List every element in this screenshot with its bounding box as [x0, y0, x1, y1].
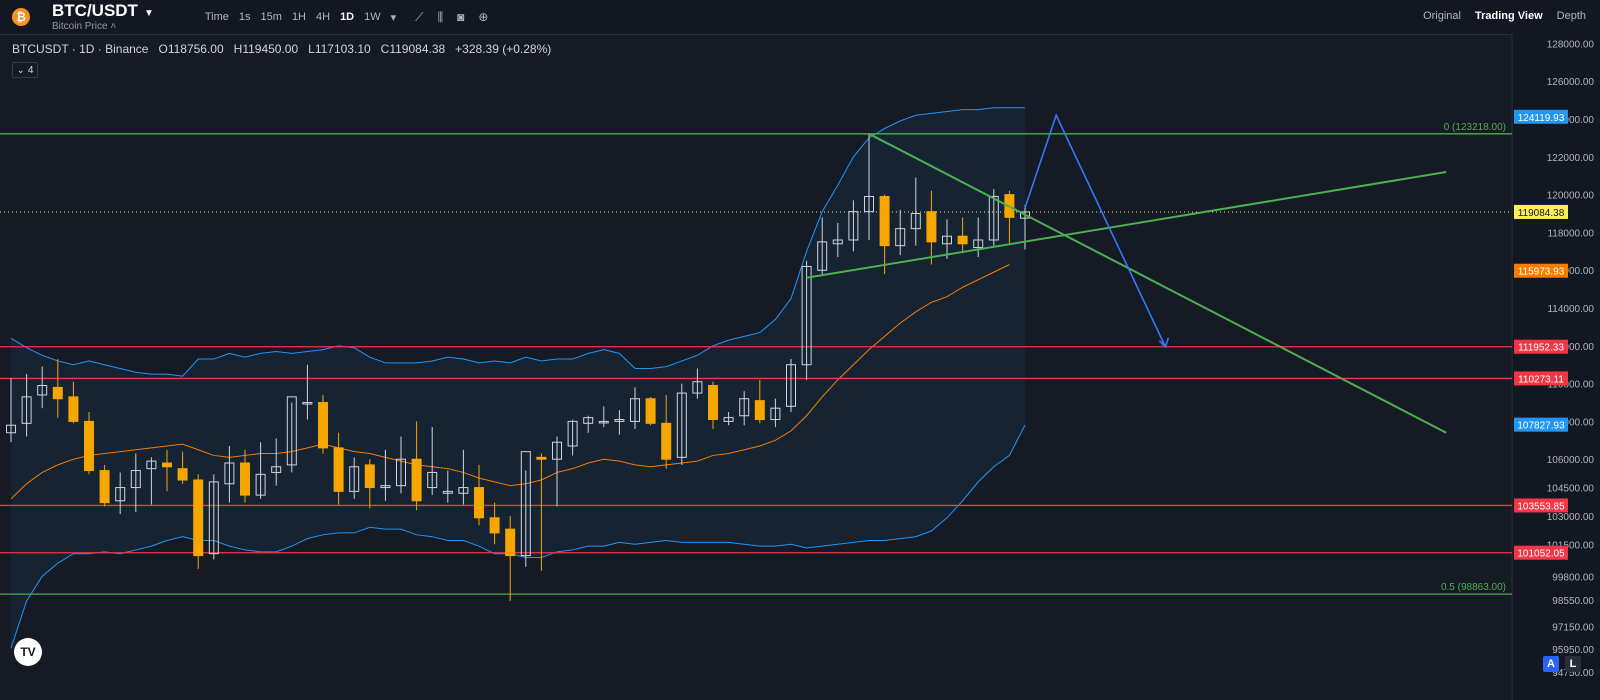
candle-down — [489, 517, 500, 534]
top-toolbar: ₿ BTC/USDT ▼ Bitcoin Price ˄ Time 1s 15m … — [0, 0, 1600, 35]
candle-down — [536, 456, 547, 460]
tab-depth[interactable]: Depth — [1557, 10, 1586, 22]
price-tag-label: 119084.38 — [1518, 208, 1565, 219]
y-tick-label: 99800.00 — [1552, 572, 1594, 583]
caret-down-icon[interactable]: ▼ — [144, 8, 154, 19]
interval-1w[interactable]: 1W — [359, 11, 386, 24]
candle-down — [99, 470, 110, 504]
symbol-selector[interactable]: BTC/USDT ▼ Bitcoin Price ˄ — [52, 1, 154, 32]
y-tick-label: 122000.00 — [1547, 153, 1595, 164]
interval-15m[interactable]: 15m — [256, 11, 287, 24]
candle-down — [645, 398, 656, 424]
price-tag-label: 107827.93 — [1517, 421, 1565, 432]
y-tick-label: 103000.00 — [1547, 512, 1595, 523]
candle-down — [957, 235, 968, 245]
candles-icon[interactable]: ⫼ — [438, 10, 444, 25]
candle-down — [84, 420, 94, 472]
candle-down — [333, 447, 344, 492]
y-tick-label: 98550.00 — [1552, 596, 1594, 607]
candle-down — [177, 468, 188, 481]
price-tag-label: 115973.93 — [1518, 267, 1565, 278]
price-tag-label: 124119.93 — [1518, 113, 1565, 124]
y-tick-label: 118000.00 — [1547, 228, 1594, 239]
indicator-count: 4 — [27, 64, 34, 76]
y-tick-label: 104500.00 — [1547, 484, 1595, 495]
interval-1d[interactable]: 1D — [335, 11, 359, 24]
candle-down — [505, 528, 516, 557]
candle-down — [364, 464, 375, 489]
ohlc-legend: BTCUSDT · 1D · Binance O118756.00 H11945… — [12, 42, 551, 56]
price-tag-label: 101052.05 — [1517, 549, 1565, 560]
interval-time[interactable]: Time — [200, 11, 234, 24]
legend-low: L117103.10 — [308, 42, 371, 56]
candle-down — [474, 487, 484, 519]
indicators-icon[interactable]: ⟋ — [415, 10, 423, 25]
symbol-subtitle: Bitcoin Price ˄ — [52, 20, 117, 32]
auto-scale-button[interactable]: A — [1543, 656, 1559, 672]
candle-down — [926, 211, 937, 243]
fib-level-label: 0 (123218.00) — [1444, 122, 1506, 133]
y-tick-label: 95950.00 — [1552, 645, 1594, 656]
interval-1h[interactable]: 1H — [287, 11, 311, 24]
y-tick-label: 120000.00 — [1547, 191, 1595, 202]
candle-down — [162, 462, 172, 468]
log-scale-button[interactable]: L — [1565, 656, 1581, 672]
interval-more-icon[interactable]: ▾ — [386, 11, 402, 24]
candle-down — [661, 422, 672, 460]
y-tick-label: 114000.00 — [1547, 304, 1594, 315]
price-tag-label: 111952.33 — [1518, 343, 1564, 354]
legend-high: H119450.00 — [233, 42, 299, 56]
candle-down — [411, 458, 422, 502]
candle-down — [193, 479, 204, 557]
symbol-name[interactable]: BTC/USDT — [52, 1, 138, 20]
candle-down — [240, 462, 250, 496]
view-tabs: Original Trading View Depth — [1423, 10, 1586, 22]
interval-bar: Time 1s 15m 1H 4H 1D 1W ▾ — [200, 11, 401, 24]
chevron-down-icon: ⌄ — [16, 64, 25, 76]
candle-down — [318, 402, 328, 449]
candle-down — [52, 386, 63, 400]
y-tick-label: 126000.00 — [1547, 77, 1595, 88]
camera-icon[interactable]: ◙ — [457, 10, 464, 24]
price-tag-label: 103553.85 — [1517, 501, 1565, 512]
candle-down — [68, 396, 79, 422]
interval-4h[interactable]: 4H — [311, 11, 335, 24]
y-tick-label: 97150.00 — [1552, 622, 1594, 633]
legend-close: C119084.38 — [380, 42, 446, 56]
legend-change: +328.39 (+0.28%) — [455, 42, 552, 56]
y-tick-label: 128000.00 — [1547, 39, 1595, 50]
price-tag-label: 110273.11 — [1518, 374, 1564, 385]
legend-open: O118756.00 — [158, 42, 224, 56]
tab-trading-view[interactable]: Trading View — [1475, 10, 1543, 22]
interval-1s[interactable]: 1s — [234, 11, 256, 24]
candle-down — [754, 400, 765, 421]
candle-down — [708, 385, 718, 421]
price-chart[interactable]: 128000.00126000.00124000.00122000.001200… — [0, 34, 1600, 700]
y-tick-label: 106000.00 — [1547, 455, 1595, 466]
indicator-toggle[interactable]: ⌄ 4 — [12, 62, 38, 78]
bitcoin-icon: ₿ — [12, 8, 30, 26]
tab-original[interactable]: Original — [1423, 10, 1461, 22]
add-icon[interactable]: ⊕ — [478, 10, 488, 24]
candle-down — [879, 196, 890, 247]
legend-title: BTCUSDT · 1D · Binance — [12, 42, 149, 56]
fib-level-label: 0.5 (98863.00) — [1441, 582, 1506, 593]
tradingview-logo[interactable]: TV — [14, 638, 42, 666]
